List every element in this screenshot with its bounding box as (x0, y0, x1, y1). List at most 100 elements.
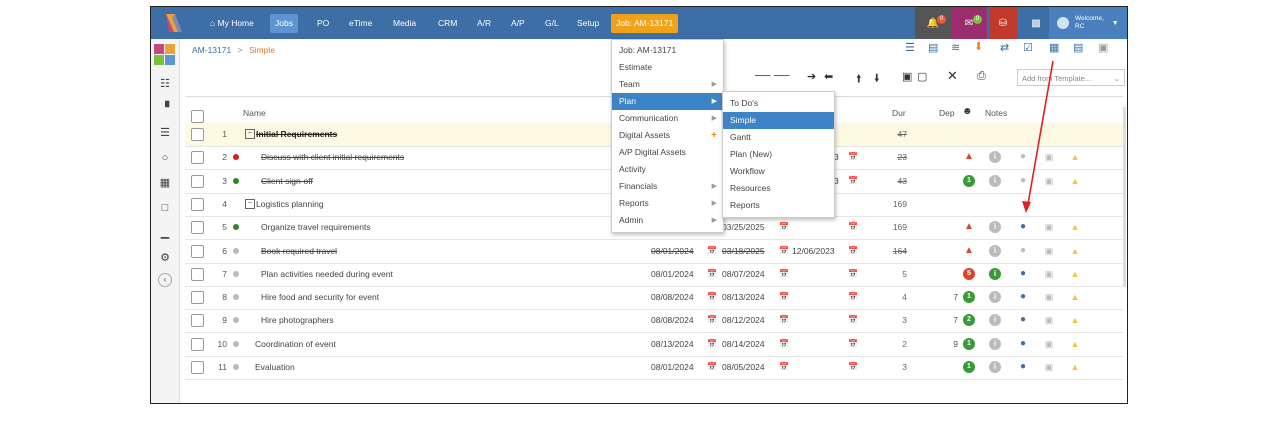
breadcrumb-job[interactable]: AM-13171 (192, 45, 231, 55)
calendar-icon[interactable]: 📅 (848, 152, 858, 161)
task-name[interactable]: Book required travel (261, 246, 337, 256)
nav-my-home[interactable]: ⌂ My Home (205, 14, 259, 33)
calendar-icon[interactable]: 📅 (707, 292, 717, 301)
task-name[interactable]: Discuss with client initial requirements (261, 152, 404, 162)
comments-icon[interactable]: ● (1017, 151, 1029, 163)
plan-menu-item-simple[interactable]: Simple (723, 112, 834, 129)
calendar-icon[interactable]: 📅 (779, 362, 789, 371)
end-date[interactable]: 03/18/2025 (722, 244, 765, 259)
nav-etime[interactable]: eTime (344, 14, 377, 33)
lock-icon[interactable]: ▣ (902, 70, 912, 83)
info-icon[interactable]: i (989, 174, 1001, 187)
collapse-toggle-icon[interactable]: − (245, 129, 255, 139)
user-menu[interactable]: Welcome, RC ▼ (1049, 7, 1127, 39)
table-row[interactable]: 7 Plan activities needed during event 08/0… (185, 263, 1123, 287)
collapse-toggle-icon[interactable]: − (245, 198, 255, 209)
table-row[interactable]: 8 Hire food and security for event 08/08/2… (185, 286, 1123, 311)
document-icon[interactable]: ▣ (1043, 314, 1055, 326)
calendar-icon[interactable]: 📅 (848, 292, 858, 301)
folder-icon[interactable]: ▝ (158, 101, 172, 115)
nav-jobs[interactable]: Jobs (270, 14, 298, 33)
list-view-icon[interactable]: ☰ (905, 41, 915, 54)
end-date[interactable]: 08/07/2024 (722, 267, 765, 282)
bell-icon[interactable]: ▲ (1069, 175, 1081, 187)
comments-icon[interactable]: ● (1017, 361, 1029, 373)
plus-icon[interactable]: + (711, 127, 717, 144)
job-menu-item-communication[interactable]: Communication ▶ (612, 110, 723, 127)
document-icon[interactable]: ▣ (1043, 291, 1055, 303)
end-date[interactable]: 08/05/2024 (722, 360, 765, 375)
calendar-icon[interactable]: 📅 (848, 222, 858, 231)
status-count-badge[interactable]: 5 (963, 267, 975, 280)
duration[interactable]: 23 (877, 152, 907, 162)
row-checkbox[interactable] (191, 314, 204, 328)
select-all-checkbox[interactable] (191, 110, 204, 123)
job-menu-item-plan[interactable]: Plan ▶ (612, 93, 723, 110)
document-icon[interactable]: ▣ (1043, 361, 1055, 373)
job-menu-item-estimate[interactable]: Estimate (612, 59, 723, 76)
calendar-icon[interactable]: 📅 (779, 315, 789, 324)
start-date[interactable]: 08/01/2024 (651, 244, 694, 259)
table-row[interactable]: 11 Evaluation 08/01/2024 📅 08/05/2024 📅 📅 3 1 i ● ▣… (185, 356, 1123, 380)
template-select[interactable]: Add from Template... ⌄ (1017, 69, 1125, 86)
warning-icon[interactable]: ▲ (963, 221, 975, 233)
nav-crm[interactable]: CRM (433, 14, 462, 33)
calendar-icon[interactable]: 📅 (707, 362, 717, 371)
bell-icon[interactable]: ▲ (1069, 151, 1081, 163)
calendar-icon[interactable]: 📅 (779, 269, 789, 278)
document-icon[interactable]: ▣ (1043, 268, 1055, 280)
row-checkbox[interactable] (191, 151, 204, 165)
duration[interactable]: 169 (877, 199, 907, 209)
comments-icon[interactable]: ● (1017, 314, 1029, 326)
chat-icon[interactable]: ○ (158, 151, 172, 165)
calendar-icon[interactable]: 📅 (707, 315, 717, 324)
status-count-badge[interactable]: 1 (963, 361, 975, 373)
org-chart-icon[interactable]: ☷ (158, 77, 172, 91)
task-name[interactable]: Logistics planning (256, 199, 324, 209)
start-date[interactable]: 08/01/2024 (651, 267, 694, 282)
calendar-icon[interactable]: 📅 (707, 246, 717, 255)
calendar-icon[interactable]: 📅 (707, 339, 717, 348)
end-date[interactable]: 08/12/2024 (722, 313, 765, 328)
alerts-button[interactable]: 🔔 0 (915, 7, 951, 39)
table-row[interactable]: 9 Hire photographers 08/08/2024 📅 08/12/2024… (185, 309, 1123, 334)
duration[interactable]: 43 (877, 176, 907, 186)
calendar-icon[interactable]: 📅 (779, 292, 789, 301)
job-menu-item-activity[interactable]: Activity (612, 161, 723, 178)
status-count-badge[interactable]: 2 (963, 314, 975, 327)
collapse-sidebar-icon[interactable]: ‹ (158, 273, 172, 287)
document-icon[interactable]: ▣ (1043, 338, 1055, 350)
outdent-icon[interactable]: ── (755, 70, 771, 82)
calendar-icon[interactable]: 📅 (848, 339, 858, 348)
task-name[interactable]: Evaluation (255, 362, 295, 372)
duration[interactable]: 4 (877, 292, 907, 302)
bell-icon[interactable]: ▲ (1069, 221, 1081, 233)
row-checkbox[interactable] (191, 361, 204, 374)
calendar-icon[interactable]: 📅 (848, 362, 858, 371)
arrow-left-icon[interactable]: ⬅ (824, 70, 833, 83)
info-icon[interactable]: i (989, 151, 1001, 164)
calendar-icon[interactable]: 📅 (848, 269, 858, 278)
job-menu-item-team[interactable]: Team ▶ (612, 76, 723, 93)
print-icon[interactable]: ⎙ (977, 70, 986, 83)
row-checkbox[interactable] (191, 267, 204, 281)
comments-icon[interactable]: ● (1017, 268, 1029, 280)
end-date[interactable]: 03/25/2025 (722, 220, 765, 235)
outline-view-icon[interactable]: ▤ (928, 41, 938, 54)
plan-menu-item-todos[interactable]: To Do's (723, 95, 834, 112)
rss-icon[interactable]: ≋ (951, 41, 960, 54)
calendar-check-icon[interactable]: ☑ (1023, 41, 1033, 54)
notebook-button[interactable]: ▩ (1023, 7, 1049, 39)
map-icon[interactable]: ▦ (158, 176, 172, 190)
bar-chart-icon[interactable]: ▁ (158, 226, 172, 240)
start-date[interactable]: 08/01/2024 (651, 360, 694, 375)
document-icon[interactable]: ▣ (1043, 245, 1055, 257)
table-row[interactable]: 6 Book required travel 08/01/2024 📅 03/18/20… (185, 240, 1123, 264)
arrow-down-icon[interactable]: 🠛 (874, 70, 880, 89)
indent-icon[interactable]: ── (774, 70, 790, 82)
job-menu-item-admin[interactable]: Admin ▶ (612, 212, 723, 229)
color-grid-icon[interactable] (154, 44, 176, 66)
document-icon[interactable]: ▣ (1098, 41, 1108, 54)
bell-icon[interactable]: ▲ (1069, 314, 1081, 326)
job-menu-item-financials[interactable]: Financials ▶ (612, 178, 723, 195)
